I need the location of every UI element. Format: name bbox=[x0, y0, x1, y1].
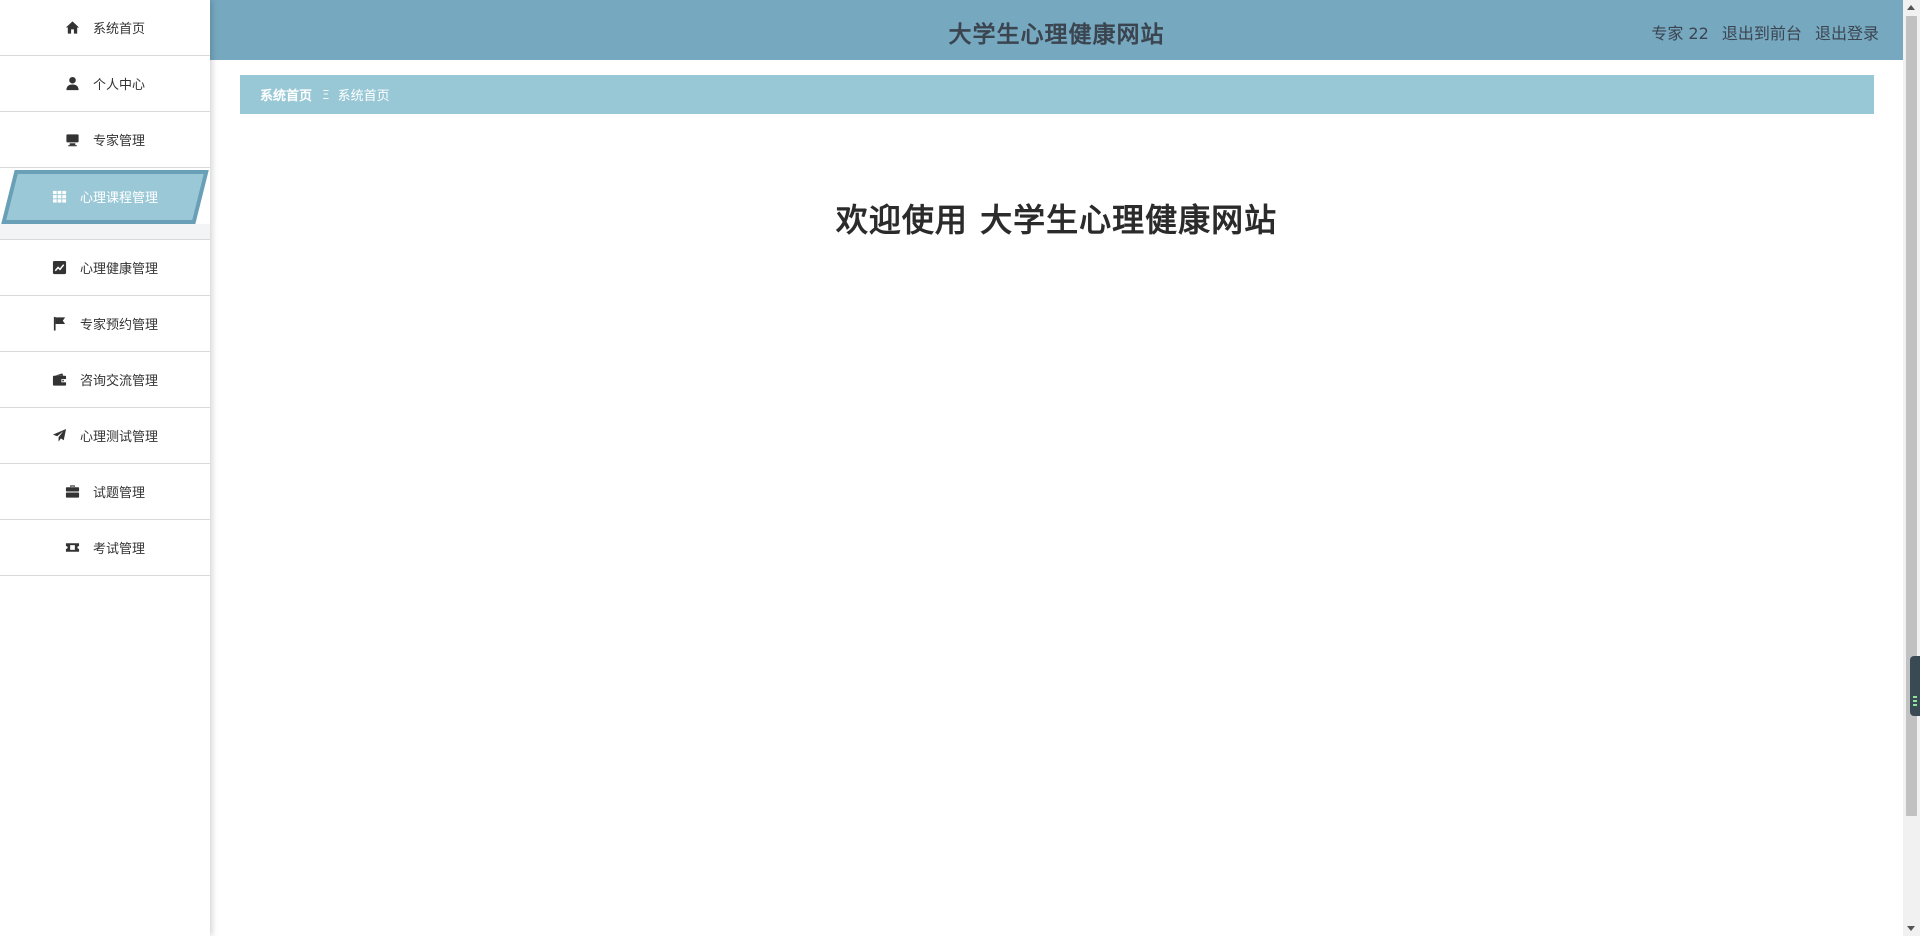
user-icon bbox=[65, 76, 81, 92]
sidebar-item-mental-health[interactable]: 心理健康管理 bbox=[0, 240, 210, 296]
floating-side-widget[interactable] bbox=[1910, 656, 1920, 716]
scroll-down-arrow-icon[interactable] bbox=[1907, 926, 1915, 931]
sidebar-item-label: 个人中心 bbox=[92, 78, 145, 93]
ticket-icon bbox=[65, 540, 81, 556]
sidebar-item-label: 心理课程管理 bbox=[79, 190, 158, 206]
sidebar-item-home[interactable]: 系统首页 bbox=[0, 0, 210, 56]
breadcrumb-separator: Ξ bbox=[322, 87, 330, 102]
sidebar-item-label: 咨询交流管理 bbox=[79, 374, 158, 389]
sidebar-item-label: 专家预约管理 bbox=[79, 318, 158, 333]
sidebar-item-questions[interactable]: 试题管理 bbox=[0, 464, 210, 520]
scroll-up-arrow-icon[interactable] bbox=[1907, 5, 1915, 10]
sidebar-item-label: 专家管理 bbox=[92, 134, 145, 149]
user-area: 专家 22 退出到前台 退出登录 bbox=[1651, 20, 1879, 44]
sidebar-item-psych-tests[interactable]: 心理测试管理 bbox=[0, 408, 210, 464]
sidebar-item-expert-booking[interactable]: 专家预约管理 bbox=[0, 296, 210, 352]
back-to-front-link[interactable]: 退出到前台 bbox=[1722, 24, 1802, 43]
sidebar-item-label: 考试管理 bbox=[92, 542, 145, 557]
home-icon bbox=[65, 20, 81, 36]
sidebar-item-label: 心理测试管理 bbox=[79, 430, 158, 445]
sidebar-item-consultation[interactable]: 咨询交流管理 bbox=[0, 352, 210, 408]
menu-divider bbox=[0, 224, 210, 240]
sidebar-item-label: 系统首页 bbox=[92, 22, 145, 37]
sidebar-item-label: 试题管理 bbox=[92, 486, 145, 501]
breadcrumb: 系统首页 Ξ 系统首页 bbox=[240, 75, 1874, 114]
logout-link[interactable]: 退出登录 bbox=[1815, 24, 1879, 43]
chart-icon bbox=[52, 260, 68, 276]
briefcase-icon bbox=[65, 484, 81, 500]
sidebar-menu: 系统首页 个人中心 专家管理 心理课程管理 心理健康管理 专家预约管理 咨询交流… bbox=[0, 0, 210, 936]
sidebar-item-exams[interactable]: 考试管理 bbox=[0, 520, 210, 576]
grid-icon bbox=[52, 188, 68, 204]
widget-indicator-icon bbox=[1913, 696, 1917, 698]
breadcrumb-current: 系统首页 bbox=[337, 89, 390, 104]
welcome-heading: 欢迎使用 大学生心理健康网站 bbox=[835, 201, 1278, 239]
sidebar-item-psych-courses[interactable]: 心理课程管理 bbox=[0, 168, 210, 224]
site-title: 大学生心理健康网站 bbox=[948, 22, 1165, 48]
breadcrumb-home-link[interactable]: 系统首页 bbox=[260, 85, 312, 104]
page-scrollbar[interactable] bbox=[1903, 0, 1920, 936]
sidebar-item-label: 心理健康管理 bbox=[79, 262, 158, 277]
top-header: 大学生心理健康网站 专家 22 退出到前台 退出登录 bbox=[210, 0, 1903, 60]
flag-icon bbox=[52, 316, 68, 332]
widget-indicator-icon bbox=[1913, 700, 1917, 702]
paper-plane-icon bbox=[52, 428, 68, 444]
sidebar-item-experts[interactable]: 专家管理 bbox=[0, 112, 210, 168]
user-label: 专家 22 bbox=[1651, 24, 1709, 43]
widget-indicator-icon bbox=[1913, 704, 1917, 706]
sidebar-item-personal-center[interactable]: 个人中心 bbox=[0, 56, 210, 112]
wallet-icon bbox=[52, 372, 68, 388]
monitor-icon bbox=[65, 132, 81, 148]
